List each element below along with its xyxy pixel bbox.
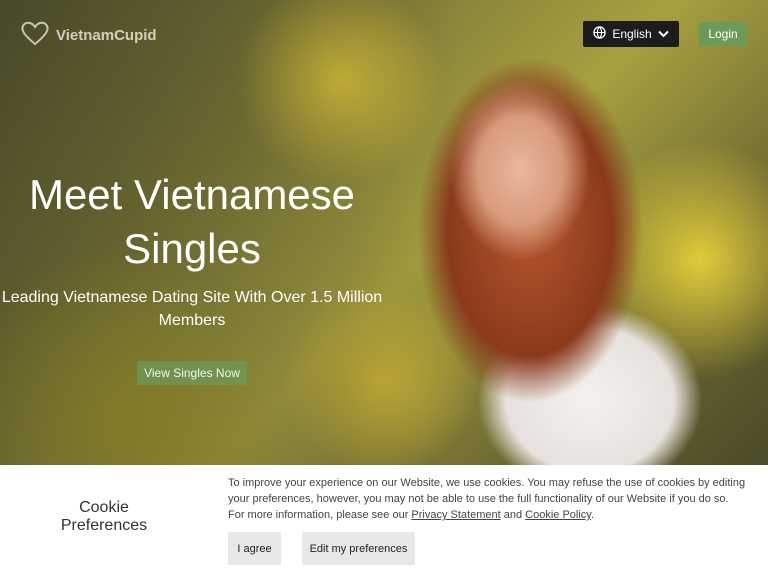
language-label: English bbox=[612, 27, 652, 41]
hero-subheadline: Leading Vietnamese Dating Site With Over… bbox=[0, 286, 384, 332]
hero-background: VietnamCupid English Login Meet Vietname… bbox=[0, 0, 768, 465]
hero-headline: Meet Vietnamese Singles bbox=[0, 168, 384, 276]
cookie-title: Cookie Preferences bbox=[40, 499, 168, 535]
edit-preferences-button[interactable]: Edit my preferences bbox=[302, 532, 415, 565]
cookie-text-end: . bbox=[590, 509, 595, 521]
cookie-title-line-1: Cookie bbox=[79, 499, 129, 516]
brand-name: VietnamCupid bbox=[56, 27, 157, 44]
globe-icon bbox=[593, 26, 607, 42]
subline-line-1: Leading Vietnamese Dating Site With Over… bbox=[1, 289, 383, 306]
view-singles-button[interactable]: View Singles Now bbox=[137, 361, 247, 385]
cookie-title-line-2: Preferences bbox=[60, 517, 148, 534]
cookie-policy-link[interactable]: Cookie Policy bbox=[525, 509, 591, 521]
subline-line-2: Members bbox=[158, 312, 226, 329]
cookie-description: To improve your experience on our Websit… bbox=[228, 475, 748, 523]
cookie-banner: Cookie Preferences To improve your exper… bbox=[0, 465, 768, 576]
headline-line-2: Singles bbox=[123, 225, 261, 272]
cookie-text-and: and bbox=[500, 509, 526, 521]
privacy-statement-link[interactable]: Privacy Statement bbox=[411, 509, 500, 521]
agree-button[interactable]: I agree bbox=[228, 532, 281, 565]
language-selector[interactable]: English bbox=[583, 21, 679, 47]
site-logo[interactable]: VietnamCupid bbox=[20, 20, 157, 51]
login-button[interactable]: Login bbox=[699, 22, 747, 46]
chevron-down-icon bbox=[657, 27, 669, 41]
headline-line-1: Meet Vietnamese bbox=[28, 171, 356, 218]
heart-icon bbox=[20, 20, 50, 51]
